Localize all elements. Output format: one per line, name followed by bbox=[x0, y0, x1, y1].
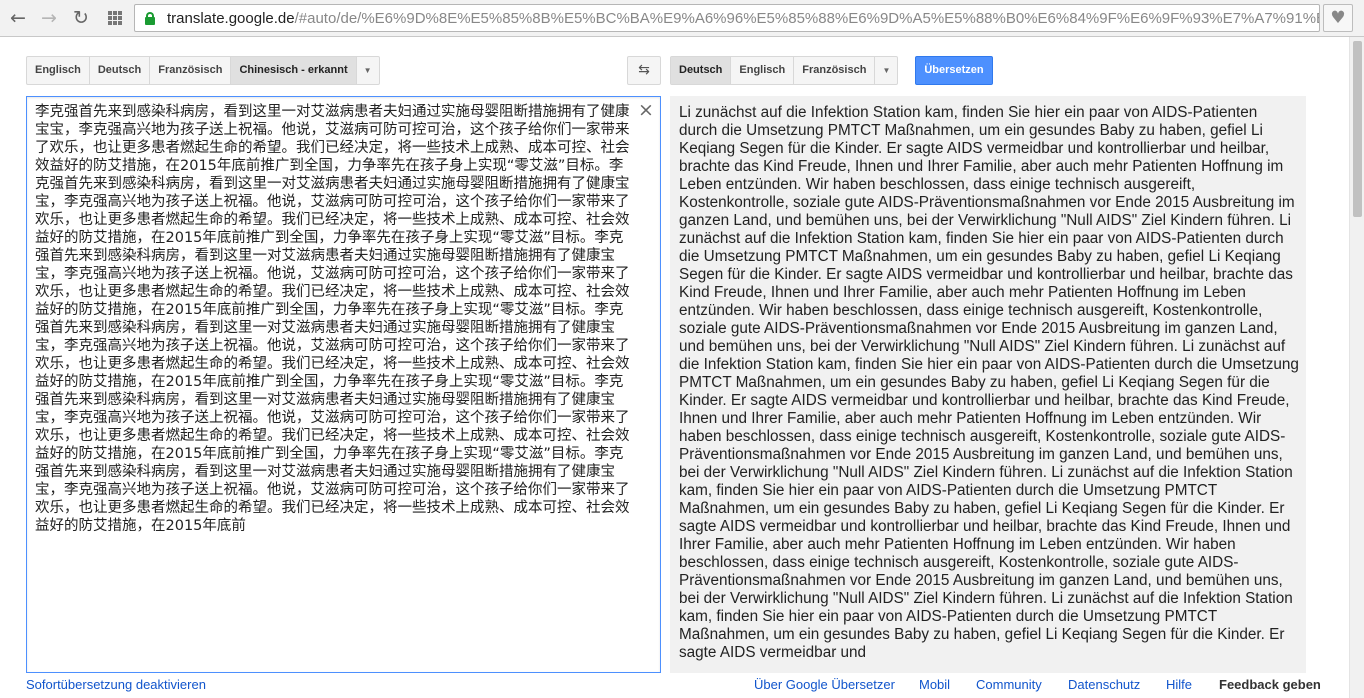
url-host: translate.google.de bbox=[167, 10, 295, 27]
source-lang-deutsch[interactable]: Deutsch bbox=[90, 57, 151, 84]
clear-icon[interactable]: × bbox=[638, 100, 654, 120]
source-lang-detected[interactable]: Chinesisch - erkannt bbox=[231, 57, 357, 84]
source-language-bar: Englisch Deutsch Französisch Chinesisch … bbox=[26, 56, 380, 85]
page-scrollbar[interactable] bbox=[1349, 37, 1364, 698]
chevron-down-icon: ▼ bbox=[363, 66, 372, 75]
target-lang-franzoesisch[interactable]: Französisch bbox=[794, 57, 876, 84]
url-text[interactable]: translate.google.de/#auto/de/%E6%9D%8E%E… bbox=[167, 10, 1319, 27]
help-link[interactable]: Hilfe bbox=[1166, 677, 1192, 692]
result-panel: Li zunächst auf die Infektion Station ka… bbox=[670, 96, 1306, 673]
lock-icon bbox=[145, 12, 155, 25]
back-button[interactable]: ← bbox=[6, 6, 30, 30]
apps-grid-icon[interactable] bbox=[108, 11, 122, 25]
url-path: /#auto/de/%E6%9D%8E%E5%85%8B%E5%BC%BA%E9… bbox=[294, 10, 1319, 27]
instant-translation-toggle-link[interactable]: Sofortübersetzung deaktivieren bbox=[26, 677, 206, 692]
footer: Sofortübersetzung deaktivieren Über Goog… bbox=[0, 673, 1349, 698]
forward-button[interactable]: → bbox=[37, 6, 61, 30]
reload-icon: ↻ bbox=[73, 7, 89, 29]
source-text: 李克强首先来到感染科病房，看到这里一对艾滋病患者夫妇通过实施母婴阻断措施拥有了健… bbox=[35, 104, 630, 534]
mobile-link[interactable]: Mobil bbox=[919, 677, 950, 692]
address-bar[interactable]: translate.google.de/#auto/de/%E6%9D%8E%E… bbox=[134, 4, 1320, 32]
about-link[interactable]: Über Google Übersetzer bbox=[754, 677, 895, 692]
target-lang-englisch[interactable]: Englisch bbox=[731, 57, 795, 84]
bookmark-heart-button[interactable]: ♥ bbox=[1323, 4, 1353, 32]
target-language-bar: Deutsch Englisch Französisch ▼ bbox=[670, 56, 899, 85]
target-lang-deutsch[interactable]: Deutsch bbox=[671, 57, 732, 84]
translate-button[interactable]: Übersetzen bbox=[915, 56, 993, 85]
swap-icon: ⇆ bbox=[638, 62, 650, 78]
source-lang-englisch[interactable]: Englisch bbox=[27, 57, 90, 84]
scrollbar-thumb[interactable] bbox=[1353, 41, 1362, 217]
swap-languages-button[interactable]: ⇆ bbox=[627, 56, 661, 85]
source-textarea[interactable]: 李克强首先来到感染科病房，看到这里一对艾滋病患者夫妇通过实施母婴阻断措施拥有了健… bbox=[26, 96, 661, 673]
target-lang-dropdown[interactable]: ▼ bbox=[875, 57, 897, 84]
heart-icon: ♥ bbox=[1330, 8, 1346, 28]
privacy-link[interactable]: Datenschutz bbox=[1068, 677, 1140, 692]
community-link[interactable]: Community bbox=[976, 677, 1042, 692]
result-text: Li zunächst auf die Infektion Station ka… bbox=[679, 104, 1299, 661]
chevron-down-icon: ▼ bbox=[882, 66, 891, 75]
source-lang-franzoesisch[interactable]: Französisch bbox=[150, 57, 232, 84]
reload-button[interactable]: ↻ bbox=[69, 6, 93, 30]
source-lang-dropdown[interactable]: ▼ bbox=[357, 57, 379, 84]
browser-toolbar: ← → ↻ translate.google.de/#auto/de/%E6%9… bbox=[0, 0, 1364, 37]
feedback-link[interactable]: Feedback geben bbox=[1219, 677, 1321, 692]
arrow-left-icon: ← bbox=[10, 7, 26, 29]
arrow-right-icon: → bbox=[41, 7, 57, 29]
